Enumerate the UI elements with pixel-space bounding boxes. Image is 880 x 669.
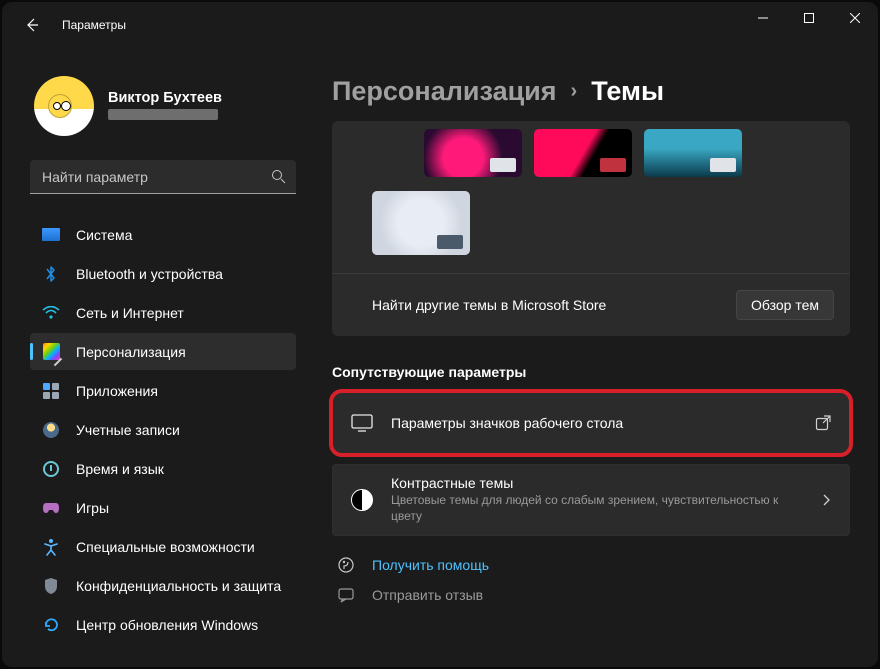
store-text: Найти другие темы в Microsoft Store xyxy=(372,297,606,313)
desktop-icon-settings-row[interactable]: Параметры значков рабочего стола xyxy=(332,392,850,454)
row-subtitle: Цветовые темы для людей со слабым зрение… xyxy=(391,493,803,524)
profile-name: Виктор Бухтеев xyxy=(108,90,222,106)
nav-apps[interactable]: Приложения xyxy=(30,372,296,409)
breadcrumb: Персонализация › Темы xyxy=(332,76,850,107)
theme-thumbnail[interactable] xyxy=(372,191,470,255)
feedback-link[interactable]: Отправить отзыв xyxy=(336,586,850,604)
titlebar: Параметры xyxy=(2,2,878,48)
nav-list: Система Bluetooth и устройства Сеть и Ин… xyxy=(30,216,296,643)
open-external-icon xyxy=(815,415,831,431)
breadcrumb-current: Темы xyxy=(591,76,664,107)
breadcrumb-parent[interactable]: Персонализация xyxy=(332,76,557,107)
minimize-icon xyxy=(758,13,768,23)
nav-label: Персонализация xyxy=(76,344,186,360)
nav-accessibility[interactable]: Специальные возможности xyxy=(30,528,296,565)
update-icon xyxy=(42,616,60,634)
contrast-themes-row[interactable]: Контрастные темы Цветовые темы для людей… xyxy=(332,464,850,536)
help-links: Получить помощь Отправить отзыв xyxy=(332,556,850,604)
nav-time-language[interactable]: Время и язык xyxy=(30,450,296,487)
close-icon xyxy=(850,13,860,23)
help-icon xyxy=(336,556,356,574)
apps-icon xyxy=(42,382,60,400)
nav-label: Время и язык xyxy=(76,461,164,477)
nav-label: Bluetooth и устройства xyxy=(76,266,223,282)
nav-network[interactable]: Сеть и Интернет xyxy=(30,294,296,331)
profile-block[interactable]: Виктор Бухтеев xyxy=(30,48,296,160)
nav-system[interactable]: Система xyxy=(30,216,296,253)
minimize-button[interactable] xyxy=(740,2,786,34)
theme-thumbnails-row1 xyxy=(332,121,850,181)
content-area: Персонализация › Темы Найти другие темы … xyxy=(308,48,878,667)
window-controls xyxy=(740,2,878,42)
nav-label: Центр обновления Windows xyxy=(76,617,258,633)
accounts-icon xyxy=(42,421,60,439)
search-icon xyxy=(271,169,286,184)
search-input[interactable] xyxy=(42,169,271,185)
search-box[interactable] xyxy=(30,160,296,194)
gaming-icon xyxy=(42,499,60,517)
nav-gaming[interactable]: Игры xyxy=(30,489,296,526)
bluetooth-icon xyxy=(42,265,60,283)
related-settings-heading: Сопутствующие параметры xyxy=(332,364,850,380)
nav-label: Учетные записи xyxy=(76,422,180,438)
nav-label: Сеть и Интернет xyxy=(76,305,184,321)
chevron-right-icon xyxy=(821,493,831,507)
window-title: Параметры xyxy=(62,18,126,32)
maximize-icon xyxy=(804,13,814,23)
nav-label: Конфиденциальность и защита xyxy=(76,578,281,594)
sidebar: Виктор Бухтеев Система xyxy=(2,48,308,667)
get-help-link[interactable]: Получить помощь xyxy=(336,556,850,574)
theme-thumbnail[interactable] xyxy=(644,129,742,177)
profile-texts: Виктор Бухтеев xyxy=(108,90,222,123)
chevron-right-icon: › xyxy=(571,80,578,103)
system-icon xyxy=(42,226,60,244)
nav-personalization[interactable]: Персонализация xyxy=(30,333,296,370)
link-text: Отправить отзыв xyxy=(372,587,483,603)
feedback-icon xyxy=(336,586,356,604)
clock-icon xyxy=(42,460,60,478)
arrow-left-icon xyxy=(24,17,40,33)
monitor-icon xyxy=(351,414,373,432)
row-title: Параметры значков рабочего стола xyxy=(391,415,797,431)
privacy-icon xyxy=(42,577,60,595)
accessibility-icon xyxy=(42,538,60,556)
nav-label: Приложения xyxy=(76,383,158,399)
nav-label: Игры xyxy=(76,500,109,516)
nav-accounts[interactable]: Учетные записи xyxy=(30,411,296,448)
row-title: Контрастные темы xyxy=(391,475,803,491)
close-button[interactable] xyxy=(832,2,878,34)
back-button[interactable] xyxy=(18,11,46,39)
contrast-icon xyxy=(351,489,373,511)
nav-privacy[interactable]: Конфиденциальность и защита xyxy=(30,567,296,604)
browse-themes-button[interactable]: Обзор тем xyxy=(736,290,834,320)
settings-window: Параметры Виктор Бухтеев xyxy=(2,2,878,667)
link-text: Получить помощь xyxy=(372,557,489,573)
profile-email-redacted xyxy=(108,109,218,120)
theme-thumbnail[interactable] xyxy=(534,129,632,177)
store-row: Найти другие темы в Microsoft Store Обзо… xyxy=(332,273,850,320)
nav-label: Система xyxy=(76,227,132,243)
wifi-icon xyxy=(42,304,60,322)
personalization-icon xyxy=(42,343,60,361)
nav-windows-update[interactable]: Центр обновления Windows xyxy=(30,606,296,643)
themes-card: Найти другие темы в Microsoft Store Обзо… xyxy=(332,121,850,336)
avatar xyxy=(34,76,94,136)
theme-thumbnails-row2 xyxy=(332,181,850,273)
maximize-button[interactable] xyxy=(786,2,832,34)
nav-bluetooth[interactable]: Bluetooth и устройства xyxy=(30,255,296,292)
theme-thumbnail[interactable] xyxy=(424,129,522,177)
nav-label: Специальные возможности xyxy=(76,539,255,555)
